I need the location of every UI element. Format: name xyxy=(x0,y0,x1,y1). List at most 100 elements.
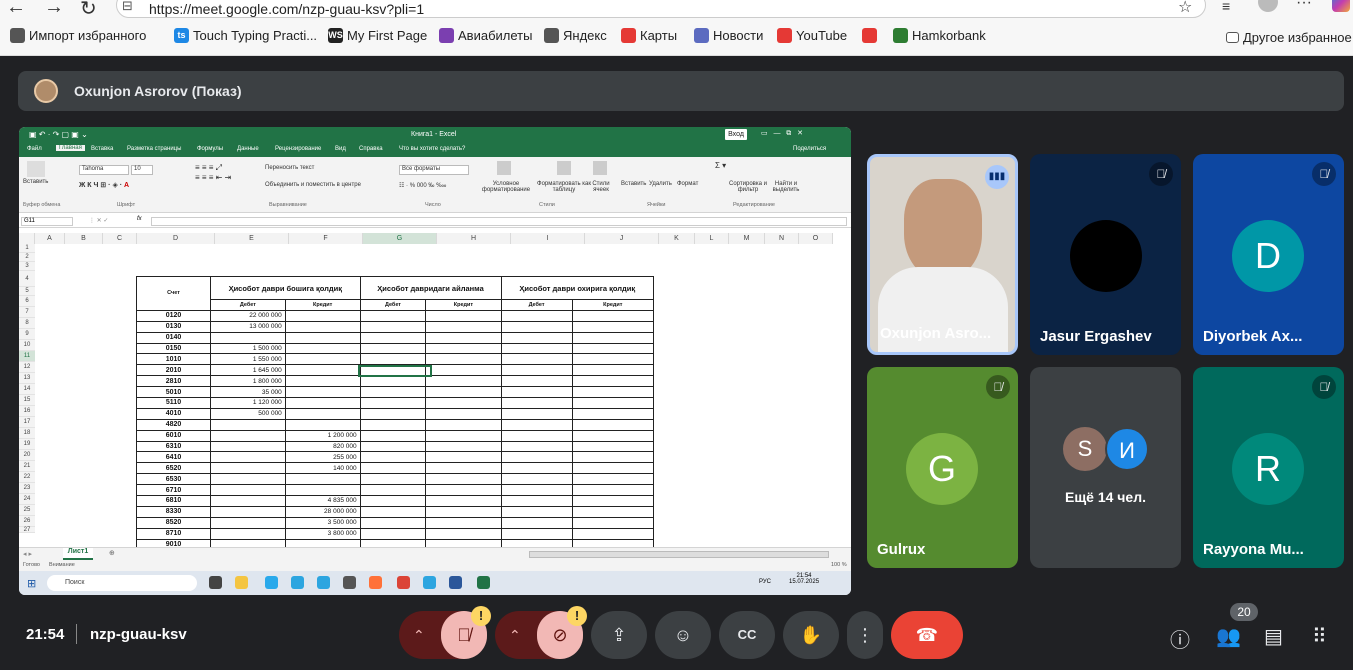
firefox-icon[interactable] xyxy=(369,576,382,589)
merge-button[interactable]: Объединить и поместить в центре xyxy=(265,182,361,188)
table-row[interactable]: 4010 500 000 xyxy=(136,407,655,420)
bookmark-item[interactable]: WS My First Page xyxy=(328,28,427,43)
profile-icon[interactable] xyxy=(1258,0,1278,12)
paste-label[interactable]: Вставить xyxy=(23,179,48,185)
activities-icon[interactable]: ⠿ xyxy=(1312,624,1327,649)
table-row[interactable]: 1010 1 550 000 xyxy=(136,353,655,366)
column-header[interactable]: C xyxy=(103,233,137,244)
reactions-button[interactable]: ☺ xyxy=(655,611,711,659)
table-row[interactable]: 5110 1 120 000 xyxy=(136,397,655,409)
bookmark-item[interactable]: Hamkorbank xyxy=(893,28,986,43)
row-header[interactable]: 19 xyxy=(19,439,35,450)
bookmark-item[interactable]: Импорт избранного xyxy=(10,28,146,43)
table-row[interactable]: 6520 140 000 xyxy=(136,462,655,475)
column-header[interactable]: J xyxy=(585,233,659,244)
column-header[interactable]: L xyxy=(695,233,729,244)
column-header[interactable]: K xyxy=(659,233,695,244)
cell-styles-label[interactable]: Стили ячеек xyxy=(589,181,613,193)
table-row[interactable]: 0150 1 500 000 xyxy=(136,342,655,355)
ribbon-tab[interactable]: Что вы хотите сделать? xyxy=(399,146,465,152)
column-header[interactable]: N xyxy=(765,233,799,244)
back-icon[interactable]: ← xyxy=(6,0,26,19)
table-row[interactable]: 0120 22 000 000 xyxy=(136,309,655,322)
column-header[interactable]: H xyxy=(437,233,511,244)
row-header[interactable]: 25 xyxy=(19,505,35,516)
telegram-icon[interactable] xyxy=(291,576,304,589)
table-row[interactable]: 6530 xyxy=(136,473,655,486)
format-table-icon[interactable] xyxy=(557,161,571,175)
row-header[interactable]: 21 xyxy=(19,461,35,472)
number-format-box[interactable]: Все форматы xyxy=(399,165,469,175)
sheet-nav-icons[interactable]: ◂ ▸ xyxy=(23,550,32,558)
ribbon-tab[interactable]: Вставка xyxy=(91,146,113,152)
column-header[interactable]: F xyxy=(289,233,363,244)
row-header[interactable]: 3 xyxy=(19,262,35,271)
horizontal-scrollbar[interactable] xyxy=(529,551,829,558)
telegram-icon[interactable] xyxy=(317,576,330,589)
row-header[interactable]: 5 xyxy=(19,287,35,296)
column-header[interactable]: I xyxy=(511,233,585,244)
row-header[interactable]: 2 xyxy=(19,253,35,262)
row-header[interactable]: 6 xyxy=(19,296,35,307)
bookmark-item[interactable]: Авиабилеты xyxy=(439,28,532,43)
autosum-icon[interactable]: Σ ▾ xyxy=(715,161,726,170)
captions-button[interactable]: CC xyxy=(719,611,775,659)
present-button[interactable]: ⇪ xyxy=(591,611,647,659)
row-header[interactable]: 1 xyxy=(19,244,35,253)
column-header[interactable]: D xyxy=(137,233,215,244)
info-icon[interactable]: ⓘ xyxy=(1170,624,1190,653)
sheet-tab[interactable]: Лист1 xyxy=(63,548,93,560)
table-row[interactable]: 5010 35 000 xyxy=(136,386,655,399)
number-buttons[interactable]: ☷ · % 000 ‰ ‱ xyxy=(399,182,446,189)
row-header[interactable]: 16 xyxy=(19,406,35,417)
column-header[interactable]: B xyxy=(65,233,103,244)
row-header[interactable]: 18 xyxy=(19,428,35,439)
bookmark-item[interactable]: Карты xyxy=(621,28,677,43)
table-row[interactable]: 8330 28 000 000 xyxy=(136,505,655,518)
formula-input[interactable] xyxy=(151,217,847,226)
table-row[interactable]: 4820 xyxy=(136,418,655,431)
row-header[interactable]: 15 xyxy=(19,395,35,406)
telegram-icon[interactable] xyxy=(423,576,436,589)
login-button[interactable]: Вход xyxy=(725,129,747,140)
conditional-format-label[interactable]: Условное форматирование xyxy=(481,181,531,193)
status-accessibility[interactable]: Внимание xyxy=(49,562,75,568)
table-row[interactable]: 8520 3 500 000 xyxy=(136,516,655,529)
participant-tile-rayyona[interactable]: 🎙̸ R Rayyona Mu... xyxy=(1193,367,1344,568)
forward-icon[interactable]: → xyxy=(44,0,64,19)
taskbar-search[interactable]: Поиск xyxy=(47,575,197,591)
row-header[interactable]: 14 xyxy=(19,384,35,395)
insert-cells-button[interactable]: Вставить xyxy=(621,181,646,187)
add-sheet-icon[interactable]: ⊕ xyxy=(109,549,115,557)
more-menu-icon[interactable]: ··· xyxy=(1296,0,1312,12)
calculator-icon[interactable] xyxy=(343,576,356,589)
url-text[interactable]: https://meet.google.com/nzp-guau-ksv?pli… xyxy=(149,1,424,17)
row-header[interactable]: 10 xyxy=(19,340,35,351)
table-row[interactable]: 8710 3 800 000 xyxy=(136,527,655,540)
column-header[interactable]: A xyxy=(35,233,65,244)
table-row[interactable]: 6710 xyxy=(136,484,655,497)
row-header[interactable]: 20 xyxy=(19,450,35,461)
participant-tile-gulrux[interactable]: 🎙̸ G Gulrux xyxy=(867,367,1018,568)
row-header[interactable]: 7 xyxy=(19,307,35,318)
start-icon[interactable]: ⊞ xyxy=(27,577,36,590)
format-cells-button[interactable]: Формат xyxy=(677,181,698,187)
wrap-text-button[interactable]: Переносить текст xyxy=(265,165,314,171)
row-header[interactable]: 12 xyxy=(19,362,35,373)
raise-hand-button[interactable]: ✋ xyxy=(783,611,839,659)
select-all-corner[interactable] xyxy=(19,233,35,244)
bookmark-item[interactable]: Новости xyxy=(694,28,763,43)
column-header[interactable]: O xyxy=(799,233,833,244)
chevron-up-icon[interactable]: ⌃ xyxy=(509,611,521,659)
address-bar[interactable]: https://meet.google.com/nzp-guau-ksv?pli… xyxy=(116,0,1206,18)
row-header[interactable]: 9 xyxy=(19,329,35,340)
task-view-icon[interactable] xyxy=(209,576,222,589)
table-row[interactable]: 6010 1 200 000 xyxy=(136,429,655,442)
excel-icon[interactable] xyxy=(477,576,490,589)
row-header[interactable]: 8 xyxy=(19,318,35,329)
taskbar-language[interactable]: РУС xyxy=(759,579,771,585)
table-row[interactable]: 6810 4 835 000 xyxy=(136,495,655,507)
leave-call-button[interactable]: ☎ xyxy=(891,611,963,659)
table-row[interactable]: 6410 255 000 xyxy=(136,451,655,464)
format-table-label[interactable]: Форматировать как таблицу xyxy=(535,181,593,193)
